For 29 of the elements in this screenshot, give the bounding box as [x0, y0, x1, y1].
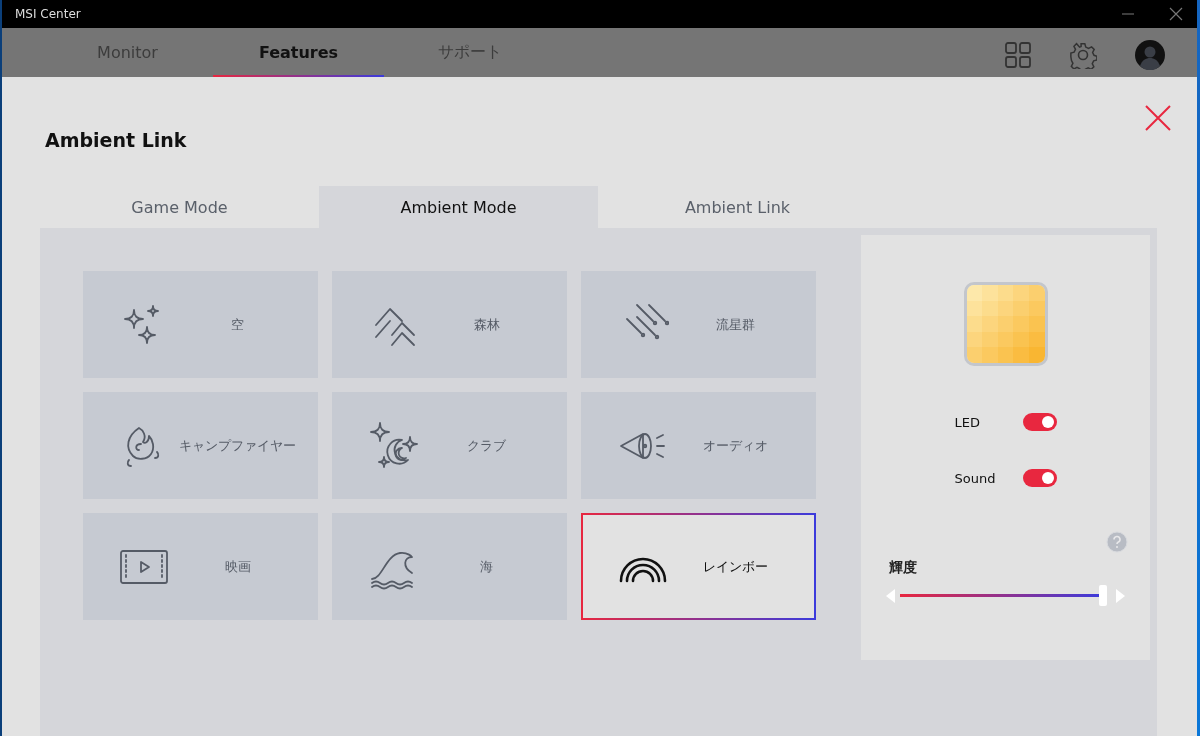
help-icon[interactable]: [1106, 531, 1128, 553]
effect-tile[interactable]: オーディオ: [581, 392, 816, 499]
effect-tile[interactable]: 空: [83, 271, 318, 378]
mode-tab[interactable]: Ambient Link: [598, 186, 877, 228]
page-title: Ambient Link: [45, 129, 187, 151]
effect-tile[interactable]: 映画: [83, 513, 318, 620]
toggle-label: LED: [954, 414, 980, 430]
moon-stars-icon: [368, 421, 420, 470]
avatar-icon[interactable]: [1135, 39, 1165, 70]
nav-tab[interactable]: Monitor: [42, 28, 213, 77]
toggle-switch[interactable]: [1022, 469, 1057, 487]
mode-tab[interactable]: Ambient Mode: [319, 186, 598, 228]
effect-tile[interactable]: レインボー: [581, 513, 816, 620]
effect-tile[interactable]: キャンプファイヤー: [83, 392, 318, 499]
toggle-switch[interactable]: [1022, 413, 1057, 431]
settings-icon[interactable]: [1069, 40, 1097, 69]
effect-tile[interactable]: 森林: [332, 271, 567, 378]
effect-tile[interactable]: クラブ: [332, 392, 567, 499]
close-icon[interactable]: [1169, 7, 1183, 21]
slider-thumb[interactable]: [1098, 585, 1107, 606]
grid-icon[interactable]: [1005, 41, 1031, 68]
nav-tab[interactable]: Features: [213, 28, 384, 77]
effect-tile[interactable]: 流星群: [581, 271, 816, 378]
brightness-label: 輝度: [889, 559, 917, 577]
toggle-label: Sound: [954, 470, 996, 486]
mode-tab[interactable]: Game Mode: [40, 186, 319, 228]
effect-tile[interactable]: 海: [332, 513, 567, 620]
window-title: MSI Center: [15, 7, 81, 21]
close-icon[interactable]: [1145, 105, 1171, 131]
